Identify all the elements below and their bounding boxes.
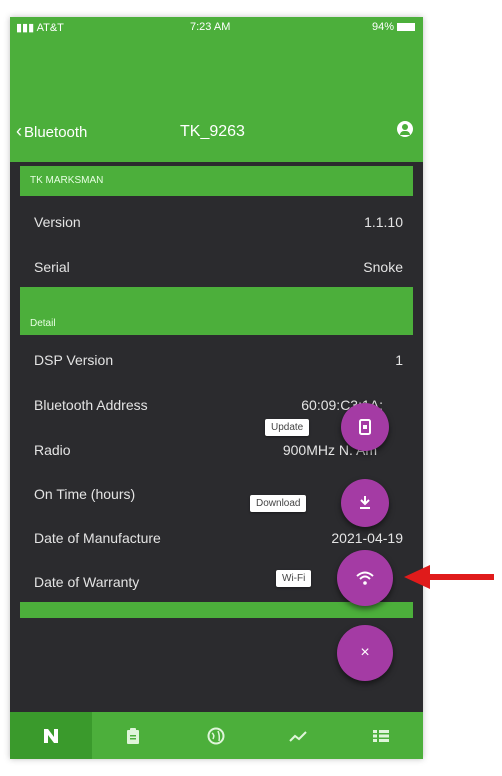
status-bar: ▮▮▮ AT&T 7:23 AM 94% [10, 17, 423, 39]
app-header: ▮▮▮ AT&T 7:23 AM 94% ‹ Bluetooth TK_9263 [10, 17, 423, 162]
globe-icon [207, 727, 225, 744]
battery-icon [397, 23, 415, 32]
download-button[interactable] [341, 479, 389, 527]
annotation-arrow-head [404, 565, 430, 589]
list-icon [373, 729, 389, 742]
nav-device[interactable] [10, 712, 92, 759]
close-fab-button[interactable]: × [337, 625, 393, 681]
nav-clipboard[interactable] [92, 712, 174, 759]
update-icon [359, 419, 371, 435]
battery-indicator: 94% [372, 21, 415, 33]
update-tooltip: Update [265, 419, 310, 436]
download-icon [360, 496, 370, 509]
nav-list[interactable] [340, 712, 422, 759]
download-tooltip: Download [250, 495, 307, 512]
account-icon[interactable] [397, 121, 413, 137]
nav-chart[interactable] [257, 712, 339, 759]
section-header-tk-marksman: TK MARKSMAN [20, 166, 413, 196]
close-icon: × [360, 644, 370, 661]
annotation-arrow-shaft [428, 574, 494, 580]
bottom-nav [10, 712, 423, 759]
clipboard-icon [127, 727, 139, 744]
section-divider [20, 602, 413, 618]
device-logo-icon [44, 728, 58, 743]
back-button[interactable]: ‹ Bluetooth [16, 121, 87, 142]
signal-icon: ▮▮▮ [16, 22, 37, 34]
section-header-detail: Detail [20, 287, 413, 335]
wifi-tooltip: Wi-Fi [276, 570, 312, 587]
update-button[interactable] [341, 403, 389, 451]
page-title: TK_9263 [180, 123, 245, 140]
wifi-button[interactable] [337, 550, 393, 606]
wifi-icon [356, 571, 374, 585]
clock: 7:23 AM [190, 21, 231, 33]
carrier-label: ▮▮▮ AT&T [16, 22, 64, 34]
chevron-left-icon: ‹ [16, 121, 22, 141]
phone-screen: ▮▮▮ AT&T 7:23 AM 94% ‹ Bluetooth TK_9263 … [10, 17, 423, 759]
nav-globe[interactable] [175, 712, 257, 759]
trend-chart-icon [289, 730, 307, 742]
